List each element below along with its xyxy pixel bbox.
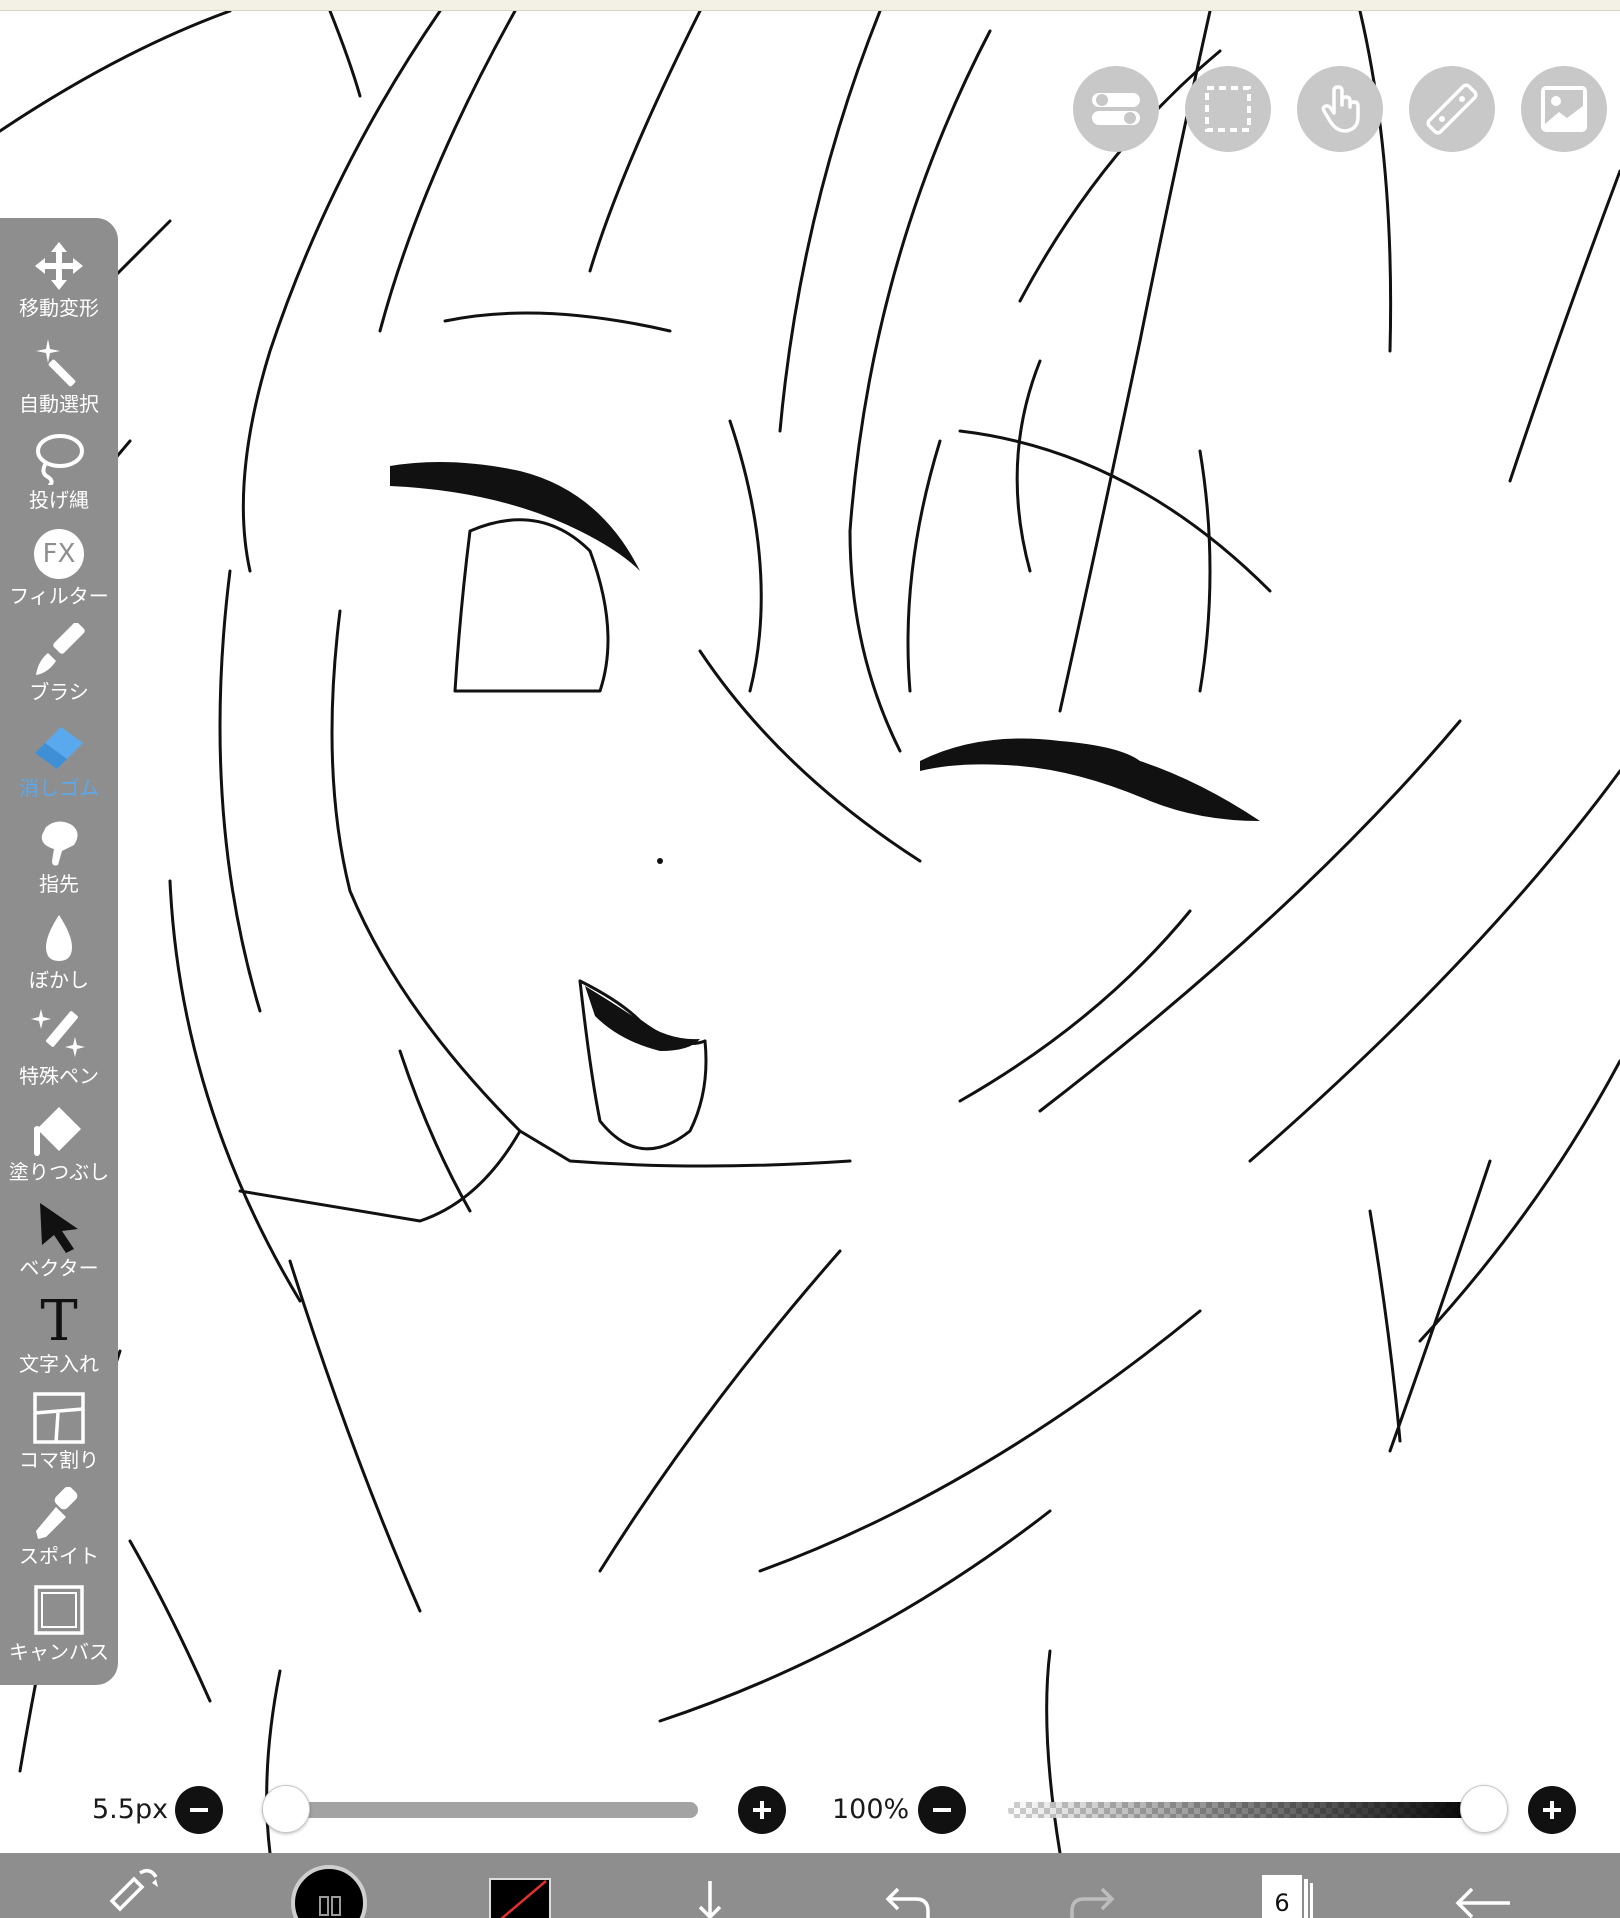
magic-wand-icon <box>36 339 76 387</box>
tool-eraser[interactable]: 消しゴム <box>0 718 118 814</box>
layer-count: 6 <box>1274 1889 1290 1917</box>
tool-label: ぼかし <box>29 968 89 992</box>
import-button[interactable] <box>680 1853 740 1918</box>
toggle-button[interactable] <box>1073 66 1159 152</box>
brush-size-plus-button[interactable] <box>738 1786 786 1834</box>
tool-lasso[interactable]: 投げ縄 <box>0 430 118 526</box>
tool-label: スポイト <box>19 1544 99 1568</box>
tool-label: 文字入れ <box>19 1352 99 1376</box>
import-arrow-icon <box>698 1881 722 1918</box>
special-pen-icon <box>31 1009 85 1057</box>
opacity-slider[interactable] <box>1008 1802 1484 1818</box>
tool-panel-divide[interactable]: コマ割り <box>0 1390 118 1486</box>
back-arrow-icon <box>1455 1887 1510 1918</box>
tool-filter[interactable]: FX フィルター <box>0 526 118 622</box>
tool-label: フィルター <box>9 584 109 608</box>
ruler-button[interactable] <box>1409 66 1495 152</box>
line-art <box>0 11 1620 1853</box>
ruler-icon <box>1426 83 1478 135</box>
text-icon: T <box>40 1289 78 1354</box>
tool-auto-select[interactable]: 自動選択 <box>0 334 118 430</box>
tool-label: コマ割り <box>19 1448 99 1472</box>
fx-icon: FX <box>34 529 84 579</box>
tool-label: キャンバス <box>9 1640 109 1664</box>
tool-palette: 移動変形 自動選択 投げ縄 FX フィルター ブラシ 消しゴム 指先 ぼかし 特… <box>0 218 118 1685</box>
undo-button[interactable] <box>870 1853 940 1918</box>
fill-bucket-icon <box>34 1107 81 1156</box>
plus-icon <box>753 1801 771 1819</box>
drawing-canvas[interactable] <box>0 11 1620 1853</box>
tool-brush[interactable]: ブラシ <box>0 622 118 718</box>
tool-label: 消しゴム <box>19 776 99 800</box>
vector-arrow-icon <box>40 1203 78 1253</box>
undo-icon <box>885 1887 930 1918</box>
brush-size-value: 5.5px <box>92 1794 169 1825</box>
brush-size-slider[interactable] <box>262 1802 698 1818</box>
back-button[interactable] <box>1448 1853 1518 1918</box>
brush-size-minus-button[interactable] <box>175 1786 223 1834</box>
blur-drop-icon <box>46 915 72 961</box>
toggle-icon <box>1092 93 1140 125</box>
tool-label: ブラシ <box>29 680 89 704</box>
brush-settings-icon <box>109 1869 158 1912</box>
brush-preview-icon <box>291 1865 367 1918</box>
image-button[interactable] <box>1521 66 1607 152</box>
image-icon <box>1541 86 1587 132</box>
tool-label: 移動変形 <box>19 296 99 320</box>
bottom-toolbar: 6 <box>0 1853 1620 1918</box>
finger-icon <box>41 821 78 866</box>
tool-blur[interactable]: ぼかし <box>0 910 118 1006</box>
status-strip <box>0 0 1620 11</box>
plus-icon <box>1543 1801 1561 1819</box>
tool-text[interactable]: T 文字入れ <box>0 1294 118 1390</box>
tool-smudge[interactable]: 指先 <box>0 814 118 910</box>
tool-special-pen[interactable]: 特殊ペン <box>0 1006 118 1102</box>
tool-canvas[interactable]: キャンバス <box>0 1582 118 1678</box>
canvas-icon <box>34 1585 84 1635</box>
tool-label: 自動選択 <box>19 392 99 416</box>
tool-label: 特殊ペン <box>19 1064 99 1088</box>
eyedropper-icon <box>36 1487 78 1539</box>
brush-icon <box>36 623 85 675</box>
redo-icon <box>1070 1887 1115 1918</box>
tool-move-transform[interactable]: 移動変形 <box>0 238 118 334</box>
tool-fill[interactable]: 塗りつぶし <box>0 1102 118 1198</box>
tool-vector[interactable]: ベクター <box>0 1198 118 1294</box>
tool-label: 指先 <box>39 872 79 896</box>
selection-button[interactable] <box>1185 66 1271 152</box>
redo-button[interactable] <box>1060 1853 1130 1918</box>
color-swatch-icon <box>489 1878 551 1918</box>
panel-frame-icon <box>33 1392 85 1444</box>
hand-gesture-icon <box>1321 85 1360 133</box>
brush-preview-button[interactable] <box>290 1853 368 1918</box>
layers-button[interactable]: 6 <box>1258 1853 1318 1918</box>
tool-label: ベクター <box>19 1256 99 1280</box>
tool-eyedropper[interactable]: スポイト <box>0 1486 118 1582</box>
opacity-minus-button[interactable] <box>918 1786 966 1834</box>
tool-label: 塗りつぶし <box>8 1160 110 1184</box>
fx-icon-text: FX <box>42 539 76 569</box>
minus-icon <box>190 1808 208 1812</box>
lasso-icon <box>36 434 84 485</box>
eraser-icon <box>35 727 83 769</box>
move-icon <box>35 242 83 290</box>
tool-label: 投げ縄 <box>29 488 89 512</box>
gesture-button[interactable] <box>1297 66 1383 152</box>
opacity-plus-button[interactable] <box>1528 1786 1576 1834</box>
selection-marquee-icon <box>1205 86 1251 132</box>
minus-icon <box>933 1808 951 1812</box>
brush-settings-button[interactable] <box>100 1853 170 1918</box>
opacity-value: 100% <box>832 1794 910 1825</box>
opacity-thumb[interactable] <box>1460 1785 1508 1833</box>
color-swatch-button[interactable] <box>488 1853 552 1918</box>
